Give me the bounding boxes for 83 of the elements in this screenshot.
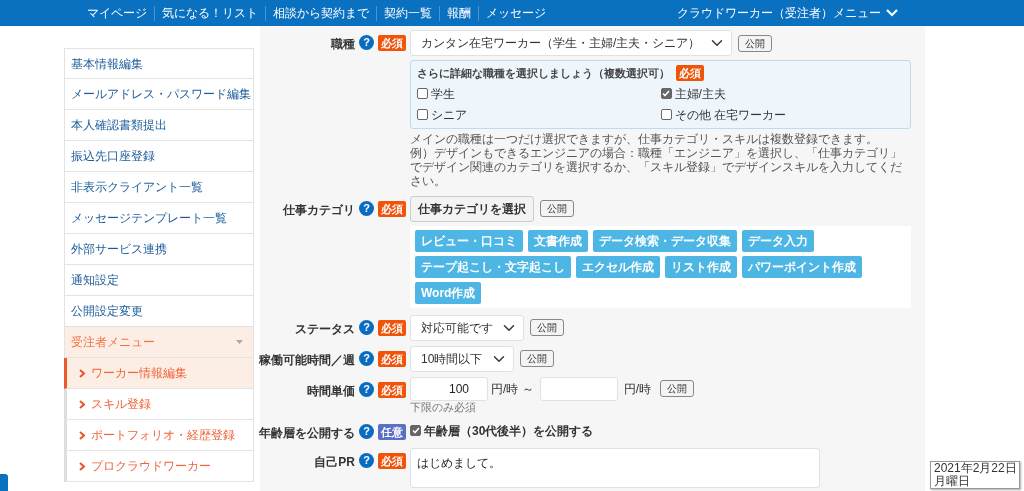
- field-label: 稼働可能時間／週: [259, 351, 355, 369]
- sidebar-item[interactable]: 本人確認書類提出: [64, 110, 254, 141]
- required-badge: 必須: [378, 319, 406, 336]
- category-tag: データ検索・データ収集: [593, 229, 737, 252]
- sidebar-item[interactable]: 公開設定変更: [64, 296, 254, 327]
- required-badge: 必須: [378, 350, 406, 367]
- category-tag: テープ起こし・文字起こし: [415, 255, 571, 278]
- category-tag: リスト作成: [665, 255, 737, 278]
- sidebar-item[interactable]: メッセージテンプレート一覧: [64, 203, 254, 234]
- dropdown[interactable]: 対応可能です: [410, 314, 524, 341]
- nav-link[interactable]: 報酬: [439, 5, 478, 21]
- help-icon[interactable]: ?: [359, 381, 374, 397]
- field-label: 時間単価: [307, 382, 355, 400]
- required-badge: 必須: [378, 200, 406, 217]
- sidebar-item[interactable]: 外部サービス連携: [64, 234, 254, 265]
- field-label: ステータス: [295, 320, 355, 338]
- max-price-field[interactable]: [539, 376, 618, 401]
- category-tag: 文書作成: [528, 229, 588, 252]
- checkbox[interactable]: [660, 109, 672, 120]
- option-label: 主婦/主夫: [674, 85, 726, 103]
- help-icon[interactable]: ?: [359, 35, 374, 50]
- field-label: 年齢層を公開する: [259, 424, 355, 442]
- required-badge: 必須: [378, 452, 406, 469]
- date-text: 2021年2月22日: [934, 462, 1016, 475]
- category-select-button[interactable]: 仕事カテゴリを選択: [410, 195, 534, 222]
- required-badge: 必須: [378, 381, 406, 398]
- option-label: その他 在宅ワーカー: [674, 106, 786, 124]
- hint-text: 下限のみ必須: [410, 400, 477, 414]
- chevron-right-icon: [79, 430, 85, 440]
- help-icon[interactable]: ?: [359, 319, 374, 335]
- category-tag: レビュー・口コミ: [415, 229, 523, 252]
- nav-link[interactable]: 相談から契約まで: [265, 5, 376, 21]
- publish-button[interactable]: 公開: [520, 350, 554, 367]
- caret-icon: [236, 340, 243, 344]
- sidebar-item[interactable]: 非表示クライアント一覧: [64, 172, 254, 203]
- checkbox[interactable]: [660, 88, 672, 99]
- help-text: 例）デザインもできるエンジニアの場合：職種「エンジニア」を選択し、「仕事カテゴリ」でデザイン関連のカテゴリを選択するか、「スキル登録」でデザインスキルを入力してください。: [410, 145, 903, 188]
- member-menu-button[interactable]: クラウドワーカー（受注者）メニュー: [671, 3, 904, 23]
- unit-label: 円/時 ～: [491, 380, 534, 398]
- unit-label: 円/時: [623, 380, 651, 398]
- chevron-right-icon: [79, 399, 85, 409]
- option-label: 学生: [431, 85, 455, 103]
- help-text: メインの職種は一つだけ選択できますが、仕事カテゴリ・スキルは複数登録できます。: [410, 131, 879, 146]
- min-price-field[interactable]: 100: [410, 376, 488, 401]
- help-icon[interactable]: ?: [359, 452, 374, 468]
- category-tag: Word作成: [415, 281, 482, 304]
- required-badge: 必須: [378, 35, 406, 51]
- chevron-down-icon: [886, 9, 898, 17]
- nav-link[interactable]: マイページ: [80, 5, 154, 21]
- help-icon[interactable]: ?: [359, 350, 374, 366]
- checkbox[interactable]: [410, 425, 421, 436]
- sidebar-item[interactable]: メールアドレス・パスワード編集: [64, 79, 254, 110]
- category-tag: パワーポイント作成: [742, 255, 862, 278]
- help-icon[interactable]: ?: [359, 423, 374, 439]
- publish-button[interactable]: 公開: [530, 319, 564, 336]
- sidebar-item[interactable]: 基本情報編集: [64, 48, 254, 79]
- dropdown[interactable]: 10時間以下: [410, 345, 514, 372]
- field-label: 自己PR: [314, 453, 355, 471]
- chevron-right-icon: [79, 461, 85, 471]
- weekday-text: 月曜日: [934, 475, 971, 488]
- option-label: シニア: [431, 106, 467, 124]
- publish-button[interactable]: 公開: [738, 34, 772, 52]
- sidebar-item[interactable]: 通知設定: [64, 265, 254, 296]
- publish-button[interactable]: 公開: [660, 380, 694, 397]
- dropdown[interactable]: カンタン在宅ワーカー（学生・主婦/主夫・シニア）: [410, 30, 732, 56]
- sidebar-item[interactable]: 振込先口座登録: [64, 141, 254, 172]
- panel-title: さらに詳細な職種を選択しましょう（複数選択可）: [417, 66, 670, 82]
- help-icon[interactable]: ?: [359, 200, 374, 216]
- field-label: 職種: [331, 36, 355, 53]
- nav-link[interactable]: メッセージ: [478, 5, 553, 21]
- chevron-right-icon: [79, 368, 85, 378]
- optional-badge: 任意: [378, 423, 406, 440]
- publish-button[interactable]: 公開: [540, 200, 574, 217]
- field-label: 仕事カテゴリ: [283, 201, 355, 219]
- nav-link[interactable]: 契約一覧: [376, 5, 439, 21]
- nav-link[interactable]: 気になる！リスト: [154, 5, 265, 21]
- checkbox[interactable]: [417, 109, 428, 120]
- option-label: 年齢層（30代後半）を公開する: [424, 422, 594, 440]
- self-pr-field[interactable]: はじめまして。: [410, 447, 820, 488]
- checkbox[interactable]: [417, 88, 428, 99]
- category-tag: エクセル作成: [576, 255, 660, 278]
- category-tag: データ入力: [742, 229, 814, 252]
- required-badge: 必須: [676, 65, 704, 82]
